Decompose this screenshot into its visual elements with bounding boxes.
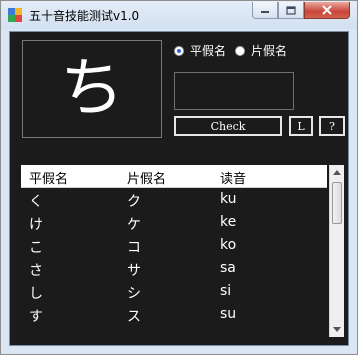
window-title: 五十音技能测试v1.0 bbox=[29, 9, 140, 23]
chevron-up-icon bbox=[333, 170, 341, 175]
kana-character: ち bbox=[60, 52, 124, 126]
katakana-cell: ク bbox=[127, 194, 141, 210]
title-bar[interactable]: 五十音技能测试v1.0 bbox=[1, 1, 357, 29]
katakana-radio-label: 片假名 bbox=[251, 44, 288, 58]
answer-input[interactable] bbox=[174, 72, 294, 110]
column-header-reading[interactable]: 读音 bbox=[220, 168, 246, 187]
hiragana-cell: く bbox=[29, 194, 43, 210]
check-button[interactable]: Check bbox=[174, 116, 282, 136]
kana-display-box: ち bbox=[22, 40, 162, 138]
scroll-up-button[interactable] bbox=[330, 165, 344, 180]
chevron-down-icon bbox=[333, 327, 341, 332]
hiragana-cell: す bbox=[29, 309, 43, 325]
table-row[interactable]: け ケ ke bbox=[21, 212, 327, 235]
reading-cell: si bbox=[220, 283, 232, 299]
katakana-cell: シ bbox=[127, 286, 141, 302]
kana-table[interactable]: 平假名 片假名 读音 く ク ku け ケ ke こ コ ko さ サ sa し… bbox=[21, 165, 344, 337]
hiragana-cell: け bbox=[29, 217, 43, 233]
minimize-button[interactable] bbox=[252, 2, 278, 19]
katakana-cell: ケ bbox=[127, 217, 141, 233]
l-button[interactable]: L bbox=[289, 116, 313, 136]
scroll-down-button[interactable] bbox=[330, 322, 344, 337]
maximize-button[interactable] bbox=[278, 2, 304, 19]
maximize-icon bbox=[286, 5, 296, 15]
table-row[interactable]: さ サ sa bbox=[21, 258, 327, 281]
reading-cell: ke bbox=[220, 214, 237, 230]
minimize-icon bbox=[261, 11, 269, 13]
hiragana-radio[interactable]: 平假名 bbox=[174, 42, 226, 59]
table-header: 平假名 片假名 读音 bbox=[21, 165, 327, 188]
hiragana-cell: し bbox=[29, 286, 43, 302]
table-row[interactable]: し シ si bbox=[21, 281, 327, 304]
reading-cell: ko bbox=[220, 237, 237, 253]
close-icon bbox=[322, 5, 332, 15]
radio-selected-icon bbox=[174, 45, 184, 56]
katakana-cell: ス bbox=[127, 309, 141, 325]
table-row[interactable]: す ス su bbox=[21, 304, 327, 327]
app-window: 五十音技能测试v1.0 ち 平假名 片假名 Check L ? 平假名 片假名 … bbox=[0, 0, 358, 355]
katakana-cell: サ bbox=[127, 263, 141, 279]
reading-cell: sa bbox=[220, 260, 236, 276]
katakana-radio[interactable]: 片假名 bbox=[235, 42, 287, 59]
table-scrollbar[interactable] bbox=[329, 165, 344, 337]
scroll-thumb[interactable] bbox=[332, 182, 342, 224]
katakana-cell: コ bbox=[127, 240, 141, 256]
radio-unselected-icon bbox=[235, 45, 245, 56]
hiragana-radio-label: 平假名 bbox=[190, 44, 227, 58]
app-icon bbox=[8, 8, 22, 22]
close-button[interactable] bbox=[304, 2, 350, 19]
table-row[interactable]: く ク ku bbox=[21, 189, 327, 212]
hiragana-cell: さ bbox=[29, 263, 43, 279]
table-row[interactable]: こ コ ko bbox=[21, 235, 327, 258]
reading-cell: ku bbox=[220, 191, 237, 207]
reading-cell: su bbox=[220, 306, 237, 322]
help-button[interactable]: ? bbox=[319, 116, 345, 136]
column-header-katakana[interactable]: 片假名 bbox=[127, 168, 166, 187]
column-header-hiragana[interactable]: 平假名 bbox=[29, 168, 68, 187]
main-panel: ち 平假名 片假名 Check L ? 平假名 片假名 读音 く ク ku け … bbox=[9, 31, 349, 346]
hiragana-cell: こ bbox=[29, 240, 43, 256]
